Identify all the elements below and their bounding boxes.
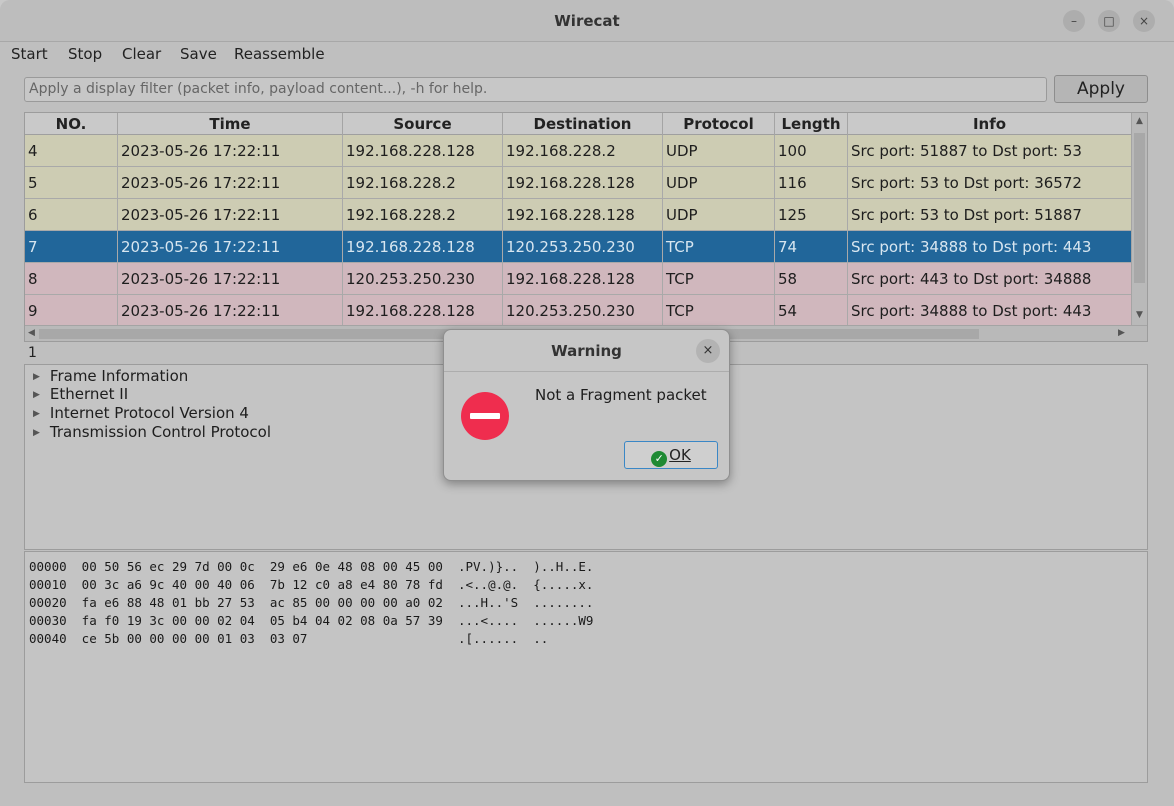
- stop-error-icon: [461, 392, 509, 440]
- checkmark-icon: ✓: [651, 451, 668, 467]
- dialog-close-icon[interactable]: ×: [696, 339, 720, 363]
- app-window: Wirecat – □ × Start Stop Clear Save Reas…: [0, 0, 1174, 806]
- dialog-message: Not a Fragment packet: [535, 386, 707, 404]
- warning-dialog: Warning × Not a Fragment packet ✓ OK: [443, 329, 730, 481]
- dialog-divider: [444, 371, 729, 372]
- dialog-title: Warning: [551, 342, 622, 360]
- ok-button[interactable]: ✓ OK: [624, 441, 718, 469]
- ok-button-label: OK: [669, 446, 691, 464]
